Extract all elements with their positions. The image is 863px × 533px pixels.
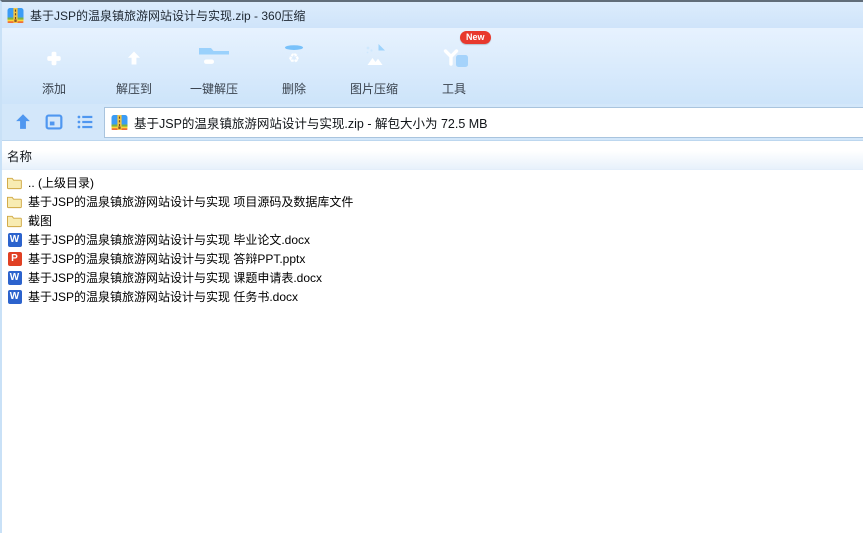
oneclick-extract-icon	[195, 38, 233, 76]
toolbar-button-delete[interactable]: ♻ 删除	[254, 38, 334, 97]
address-path: 基于JSP的温泉镇旅游网站设计与实现.zip - 解包大小为 72.5 MB	[134, 116, 488, 131]
folder-icon	[7, 194, 22, 209]
file-name: 基于JSP的温泉镇旅游网站设计与实现 项目源码及数据库文件	[28, 195, 354, 209]
word-file-icon: W	[7, 289, 22, 304]
toolbar-button-tools[interactable]: New 工具	[414, 31, 494, 97]
file-name: 基于JSP的温泉镇旅游网站设计与实现 任务书.docx	[28, 290, 299, 304]
column-header-name[interactable]: 名称	[2, 141, 863, 170]
address-nav-icons	[2, 111, 104, 133]
zip-archive-icon	[111, 114, 128, 131]
folder-icon	[7, 213, 22, 228]
list-item[interactable]: .. (上级目录)	[2, 173, 863, 192]
window-title: 基于JSP的温泉镇旅游网站设计与实现.zip - 360压缩	[30, 8, 306, 23]
title-bar: 基于JSP的温泉镇旅游网站设计与实现.zip - 360压缩	[2, 2, 863, 28]
tools-cube-icon	[435, 38, 473, 76]
file-name: 基于JSP的温泉镇旅游网站设计与实现 毕业论文.docx	[28, 233, 311, 247]
toolbar-button-extract-to[interactable]: 解压到	[94, 38, 174, 97]
list-item[interactable]: P 基于JSP的温泉镇旅游网站设计与实现 答辩PPT.pptx	[2, 249, 863, 268]
add-folder-icon	[35, 38, 73, 76]
zip-archive-icon	[7, 7, 24, 24]
ppt-file-icon: P	[7, 251, 22, 266]
extract-folder-icon	[115, 38, 153, 76]
toolbar: 添加 解压到 一键解压 ♻ 删除 图片压缩 New 工具	[2, 28, 863, 104]
list-item[interactable]: W 基于JSP的温泉镇旅游网站设计与实现 毕业论文.docx	[2, 230, 863, 249]
address-input[interactable]: 基于JSP的温泉镇旅游网站设计与实现.zip - 解包大小为 72.5 MB	[104, 106, 863, 138]
file-name: 基于JSP的温泉镇旅游网站设计与实现 课题申请表.docx	[28, 271, 323, 285]
word-file-icon: W	[7, 232, 22, 247]
app-window: 基于JSP的温泉镇旅游网站设计与实现.zip - 360压缩 添加 解压到 一键…	[0, 0, 863, 533]
toolbar-label: 工具	[441, 82, 466, 96]
preview-pane-icon[interactable]	[43, 111, 65, 133]
file-name: .. (上级目录)	[28, 176, 94, 190]
file-list: .. (上级目录) 基于JSP的温泉镇旅游网站设计与实现 项目源码及数据库文件 …	[2, 170, 863, 533]
toolbar-button-one-click-extract[interactable]: 一键解压	[174, 38, 254, 97]
address-bar: 基于JSP的温泉镇旅游网站设计与实现.zip - 解包大小为 72.5 MB	[2, 104, 863, 141]
svg-text:♻: ♻	[288, 51, 300, 66]
list-item[interactable]: W 基于JSP的温泉镇旅游网站设计与实现 课题申请表.docx	[2, 268, 863, 287]
toolbar-label: 添加	[41, 82, 66, 96]
toolbar-label: 删除	[281, 82, 306, 96]
toolbar-button-image-compress[interactable]: 图片压缩	[334, 38, 414, 97]
list-view-icon[interactable]	[74, 111, 96, 133]
list-item[interactable]: 基于JSP的温泉镇旅游网站设计与实现 项目源码及数据库文件	[2, 192, 863, 211]
delete-trash-icon: ♻	[275, 38, 313, 76]
folder-icon	[7, 175, 22, 190]
up-icon[interactable]	[12, 111, 34, 133]
toolbar-label: 图片压缩	[349, 82, 398, 96]
file-name: 基于JSP的温泉镇旅游网站设计与实现 答辩PPT.pptx	[28, 252, 306, 266]
list-item[interactable]: 截图	[2, 211, 863, 230]
toolbar-label: 一键解压	[189, 82, 238, 96]
image-compress-icon	[355, 38, 393, 76]
toolbar-button-add[interactable]: 添加	[14, 38, 94, 97]
toolbar-label: 解压到	[115, 82, 152, 96]
list-item[interactable]: W 基于JSP的温泉镇旅游网站设计与实现 任务书.docx	[2, 287, 863, 306]
file-name: 截图	[28, 214, 53, 228]
word-file-icon: W	[7, 270, 22, 285]
